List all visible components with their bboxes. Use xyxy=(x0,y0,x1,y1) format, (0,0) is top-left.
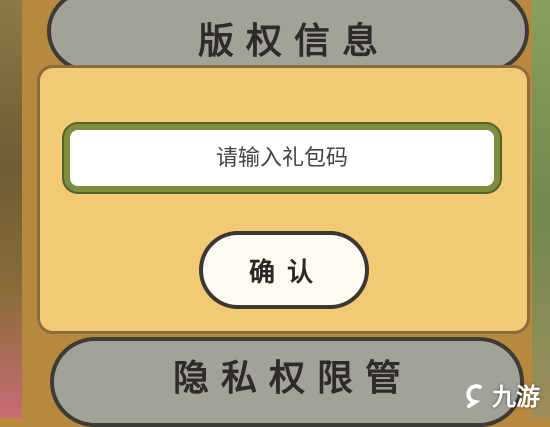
nine-game-logo-icon xyxy=(466,383,482,408)
watermark-logo: 九游 xyxy=(462,377,540,412)
privacy-permissions-label: 隐私权限管 xyxy=(172,358,413,399)
copyright-info-button[interactable]: 版权信息 xyxy=(47,0,529,72)
gift-code-dialog: 确认 xyxy=(37,65,530,334)
gift-code-input[interactable] xyxy=(64,124,500,192)
copyright-info-label: 版权信息 xyxy=(197,21,390,62)
background-left-edge xyxy=(0,0,22,418)
background-right-edge xyxy=(532,0,550,418)
confirm-button[interactable]: 确认 xyxy=(199,231,369,309)
privacy-permissions-button[interactable]: 隐私权限管 xyxy=(50,337,524,427)
watermark-text: 九游 xyxy=(492,383,540,411)
